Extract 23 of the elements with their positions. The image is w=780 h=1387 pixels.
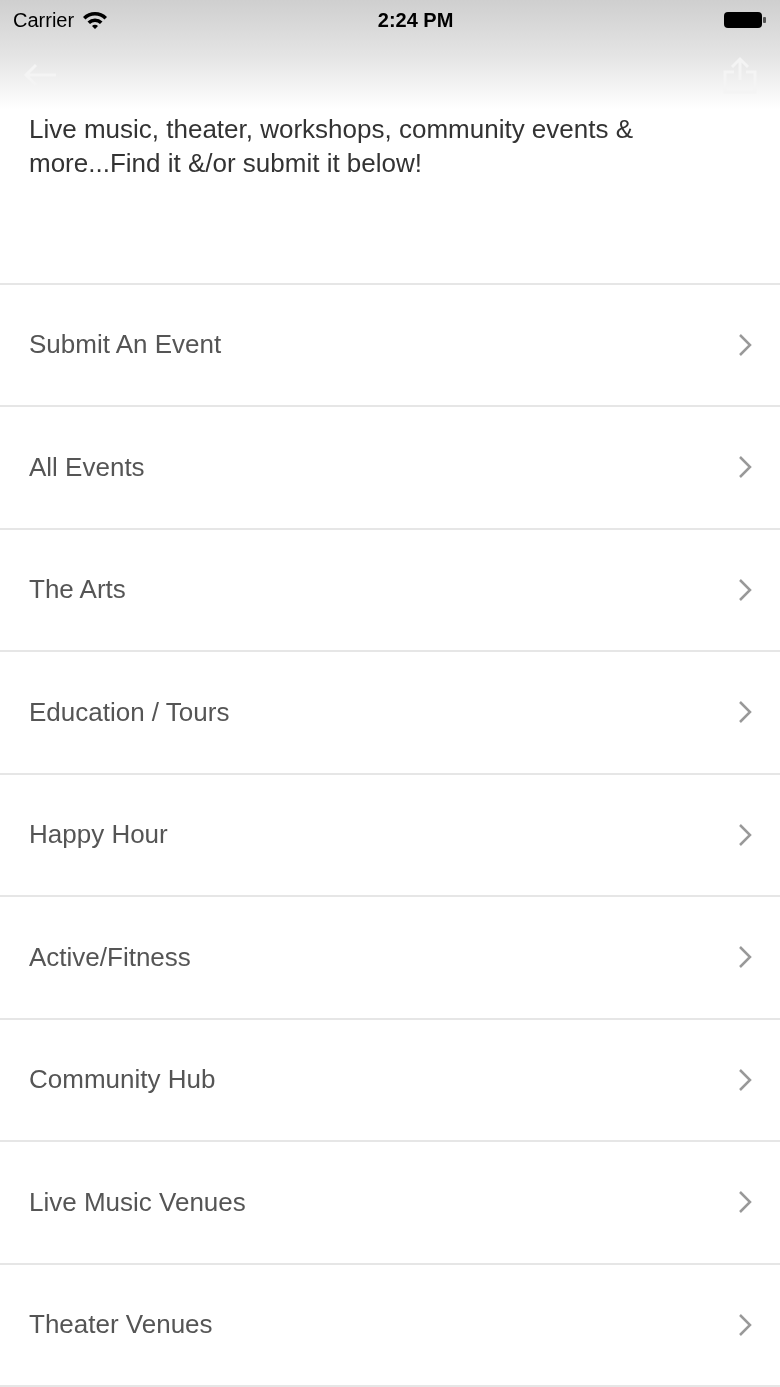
intro-text: Live music, theater, workshops, community events & more...Find it &/or submit it below! xyxy=(29,113,635,180)
chevron-right-icon xyxy=(738,700,752,725)
carrier-label: Carrier xyxy=(13,8,75,33)
menu-item[interactable]: All Events xyxy=(0,407,780,530)
chevron-right-icon xyxy=(738,945,752,970)
battery-icon xyxy=(723,10,767,30)
clock-time: 2:24 PM xyxy=(377,8,454,33)
chevron-right-icon xyxy=(738,1067,752,1092)
chevron-right-icon xyxy=(738,1190,752,1215)
wifi-icon xyxy=(82,10,109,30)
menu-item[interactable]: Education / Tours xyxy=(0,652,780,775)
menu-item[interactable]: The Arts xyxy=(0,529,780,652)
menu-item[interactable]: Submit An Event xyxy=(0,284,780,407)
chevron-right-icon xyxy=(738,577,752,602)
chevron-right-icon xyxy=(738,1312,752,1337)
chevron-right-icon xyxy=(738,822,752,847)
chevron-right-icon xyxy=(738,455,752,480)
menu-item[interactable]: Active/Fitness xyxy=(0,897,780,1020)
menu-item[interactable]: Community Hub xyxy=(0,1019,780,1142)
menu-item[interactable]: Happy Hour xyxy=(0,774,780,897)
chevron-right-icon xyxy=(738,332,752,357)
menu-item[interactable]: Theater Venues xyxy=(0,1264,780,1387)
menu-item[interactable]: Live Music Venues xyxy=(0,1142,780,1265)
